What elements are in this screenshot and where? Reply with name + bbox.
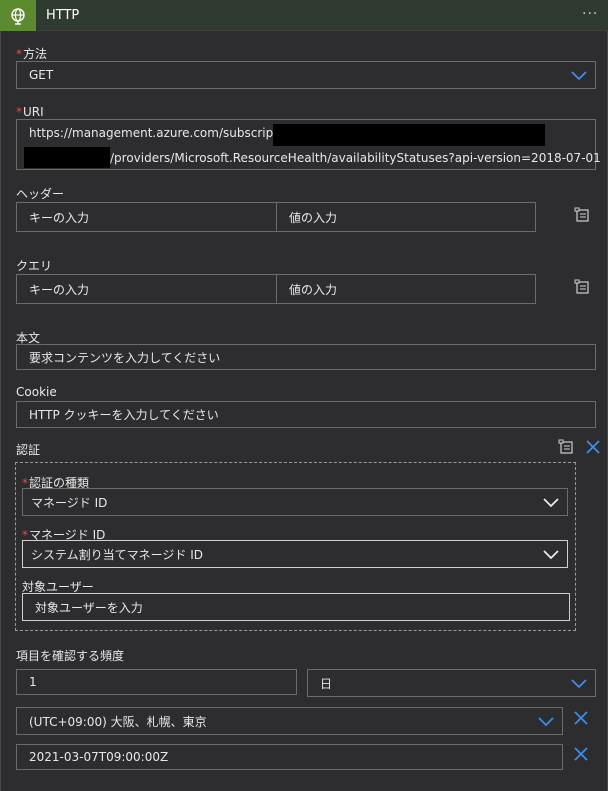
query-switch-mode-button[interactable] bbox=[572, 278, 592, 296]
recurrence-label: 項目を確認する頻度 bbox=[16, 649, 125, 663]
frequency-select[interactable]: 日 bbox=[307, 669, 596, 697]
auth-type-value: マネージド ID bbox=[31, 495, 108, 510]
chevron-down-icon bbox=[543, 550, 559, 560]
timezone-select[interactable]: (UTC+09:00) 大阪、札幌、東京 bbox=[16, 707, 563, 735]
start-time-value: 2021-03-07T09:00:00Z bbox=[29, 750, 169, 764]
redacted-subscription-id-continued bbox=[24, 147, 110, 168]
query-value-input[interactable]: 値の入力 bbox=[276, 274, 536, 304]
close-icon bbox=[586, 440, 600, 454]
chevron-down-icon bbox=[543, 498, 559, 508]
auth-remove-button[interactable] bbox=[584, 438, 602, 456]
more-options-button[interactable]: ··· bbox=[582, 6, 598, 22]
uri-label: *URI bbox=[16, 105, 44, 119]
query-value-placeholder: 値の入力 bbox=[289, 282, 338, 297]
redacted-subscription-id bbox=[273, 124, 545, 146]
uri-line-2: /providers/Microsoft.ResourceHealth/avai… bbox=[110, 151, 601, 165]
start-time-input[interactable]: 2021-03-07T09:00:00Z bbox=[16, 744, 563, 770]
method-value: GET bbox=[29, 68, 54, 82]
text-mode-icon bbox=[558, 439, 573, 454]
query-key-input[interactable]: キーの入力 bbox=[16, 274, 277, 304]
query-label: クエリ bbox=[16, 259, 53, 273]
managed-identity-select[interactable]: システム割り当てマネージド ID bbox=[22, 540, 568, 568]
header-key-input[interactable]: キーの入力 bbox=[16, 202, 277, 232]
auth-label: 認証 bbox=[16, 443, 41, 457]
header-value-input[interactable]: 値の入力 bbox=[276, 202, 536, 232]
frequency-value: 日 bbox=[320, 676, 333, 691]
globe-icon bbox=[11, 7, 25, 25]
cookie-input[interactable]: HTTP クッキーを入力してください bbox=[16, 401, 596, 428]
auth-switch-mode-button[interactable] bbox=[556, 438, 576, 456]
text-mode-icon bbox=[574, 207, 589, 222]
cookie-placeholder: HTTP クッキーを入力してください bbox=[29, 408, 219, 422]
cookie-label: Cookie bbox=[16, 385, 57, 399]
close-icon bbox=[574, 747, 588, 761]
chevron-down-icon bbox=[571, 679, 587, 689]
start-time-remove-button[interactable] bbox=[572, 745, 590, 763]
chevron-down-icon bbox=[538, 717, 554, 727]
headers-switch-mode-button[interactable] bbox=[572, 206, 592, 224]
audience-input[interactable]: 対象ユーザーを入力 bbox=[22, 593, 570, 621]
managed-identity-value: システム割り当てマネージド ID bbox=[31, 547, 203, 562]
audience-placeholder: 対象ユーザーを入力 bbox=[35, 600, 143, 615]
uri-line-1: https://management.azure.com/subscriptio… bbox=[29, 126, 307, 140]
method-select[interactable]: GET bbox=[16, 61, 596, 89]
http-action-icon-box bbox=[0, 0, 36, 31]
body-placeholder: 要求コンテンツを入力してください bbox=[29, 350, 221, 365]
interval-input[interactable]: 1 bbox=[16, 669, 297, 695]
interval-value: 1 bbox=[29, 675, 37, 689]
text-mode-icon bbox=[574, 279, 589, 294]
header-value-placeholder: 値の入力 bbox=[289, 210, 338, 225]
chevron-down-icon bbox=[571, 71, 587, 81]
body-input[interactable]: 要求コンテンツを入力してください bbox=[16, 344, 596, 370]
timezone-remove-button[interactable] bbox=[572, 709, 590, 727]
header-key-placeholder: キーの入力 bbox=[29, 210, 90, 225]
close-icon bbox=[574, 711, 588, 725]
headers-label: ヘッダー bbox=[16, 187, 65, 201]
timezone-value: (UTC+09:00) 大阪、札幌、東京 bbox=[29, 714, 207, 729]
auth-type-select[interactable]: マネージド ID bbox=[22, 488, 568, 516]
query-key-placeholder: キーの入力 bbox=[29, 282, 90, 297]
method-label: *方法 bbox=[16, 47, 48, 61]
action-title[interactable]: HTTP bbox=[46, 8, 79, 23]
action-header[interactable] bbox=[0, 0, 608, 31]
